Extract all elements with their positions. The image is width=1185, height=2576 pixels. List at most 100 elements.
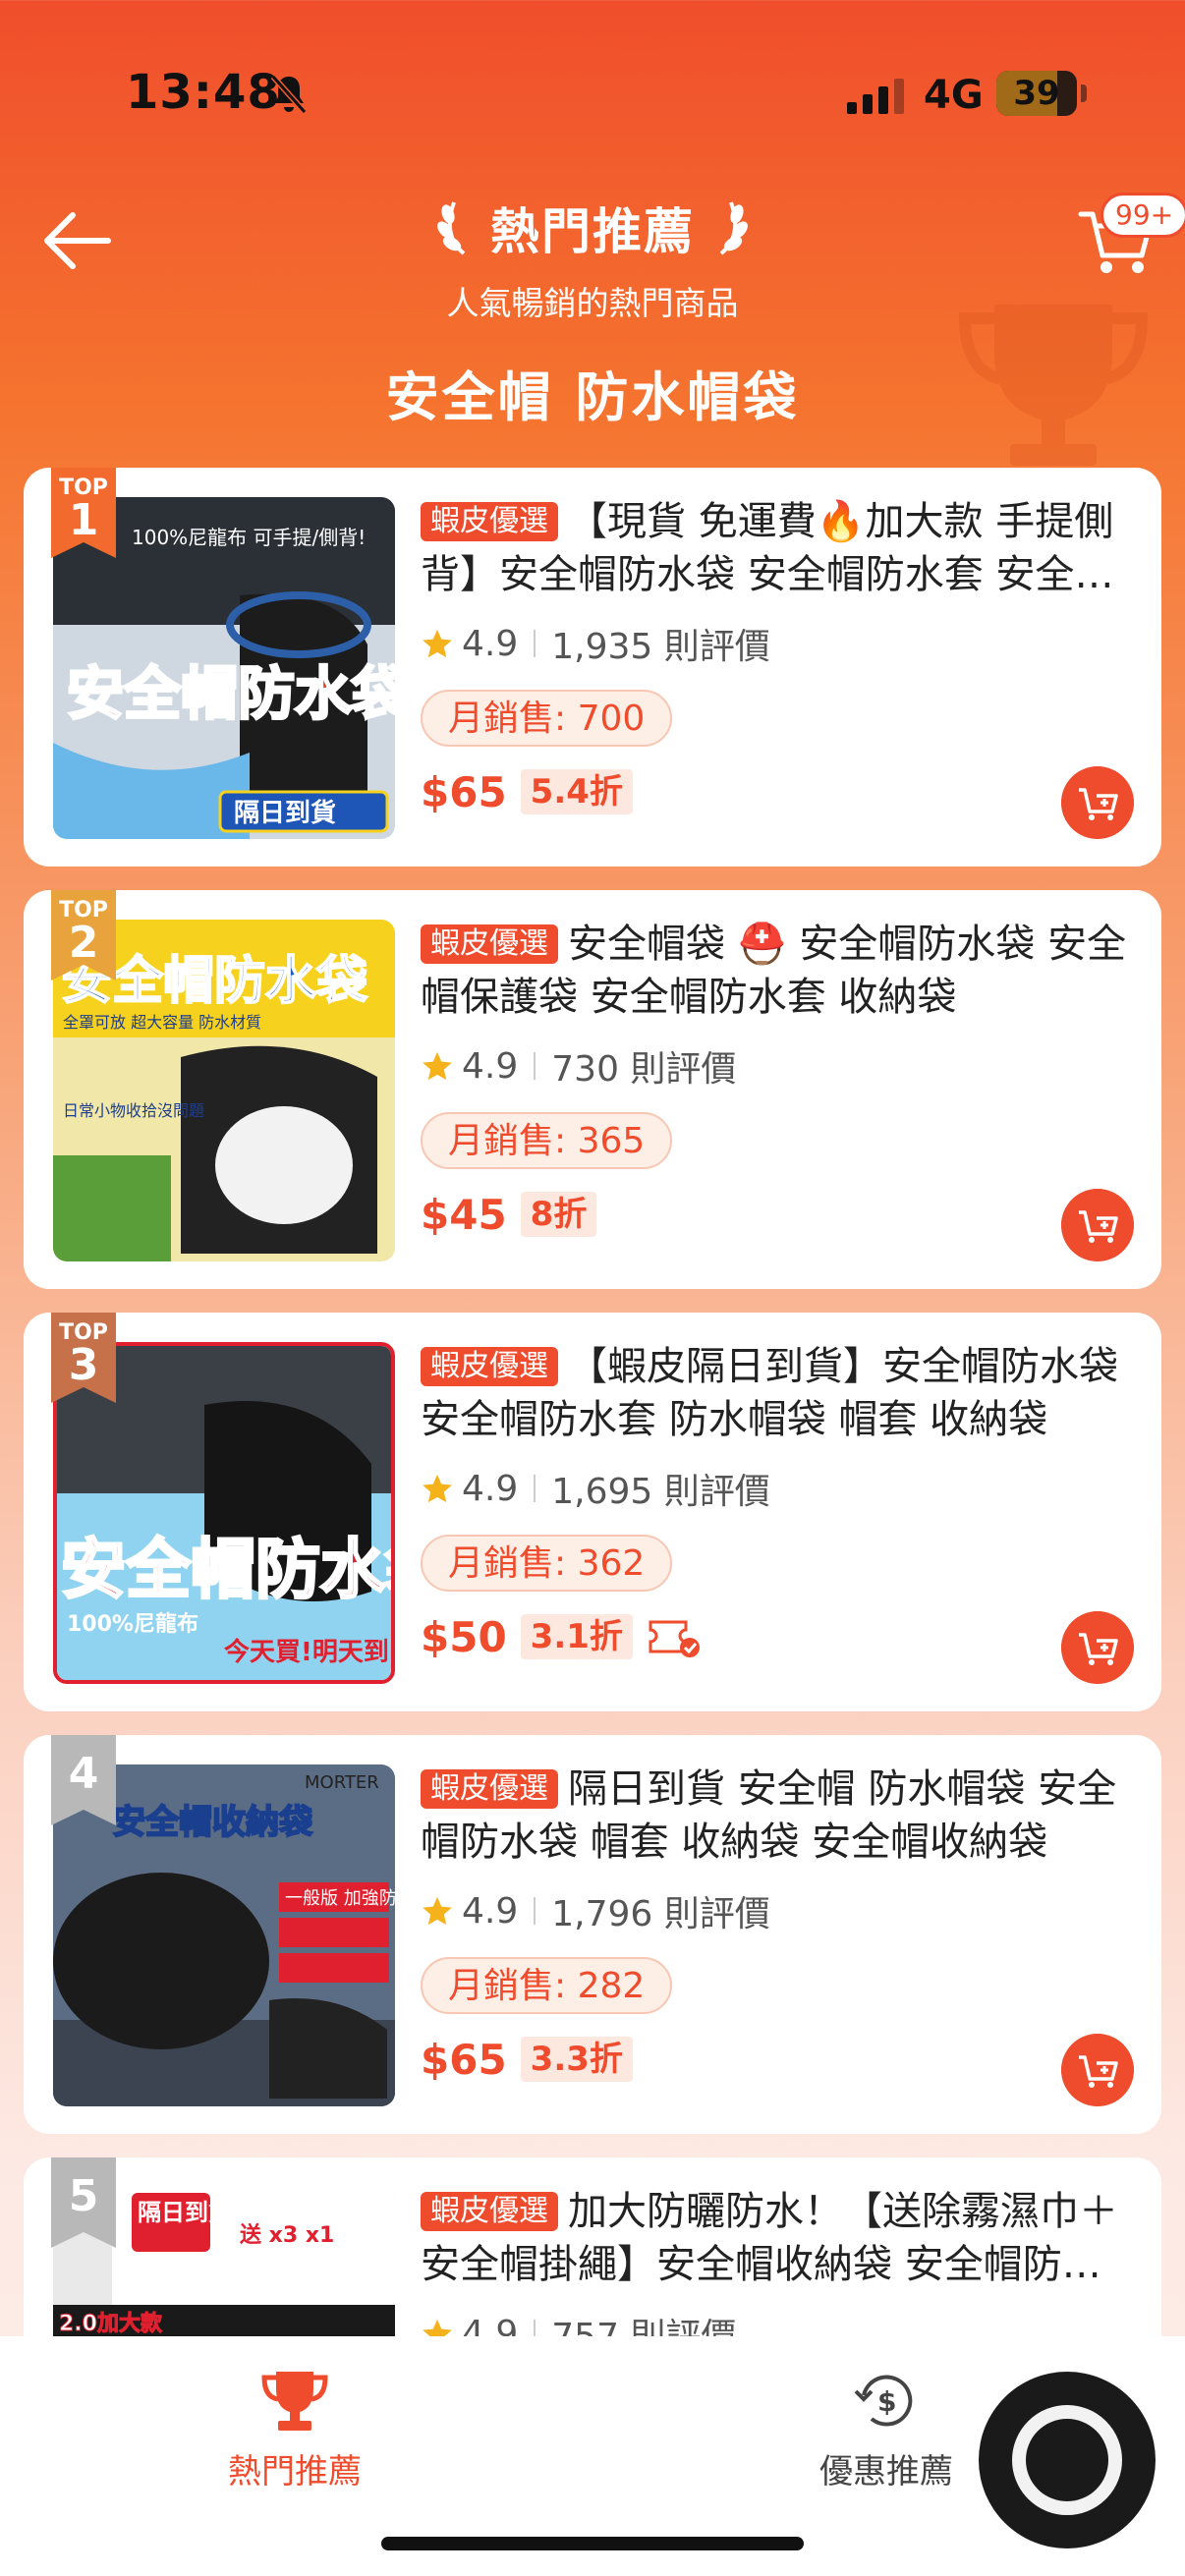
review-count: 1,695 則評價 [551,1472,770,1512]
rating-value: 4.9 [462,623,519,664]
product-title[interactable]: 蝦皮優選【現貨 免運費🔥加大款 手提側背】安全帽防水袋 安全帽防水套 安全帽收納… [421,495,1138,601]
status-time: 13:48 [126,65,281,120]
rank-number: 4 [68,1749,99,1799]
thumb-headline: 安全帽防水袋 [67,660,395,727]
divider [534,1052,536,1080]
monthly-sales: 月銷售: 282 [421,1957,673,2014]
status-bar: 13:48 4G 39 [0,0,1185,187]
signal-icon [847,79,904,114]
star-icon [423,1474,452,1503]
star-icon [423,629,452,658]
cart-count-badge[interactable]: 99+ [1100,193,1185,238]
product-card[interactable]: TOP 2 安全帽防水袋 全罩可放 超大容量 防水材質 日常小物收拾沒問題 蝦皮… [24,890,1161,1289]
thumb-caption: 100%尼龍布 [67,1611,198,1637]
add-to-cart-icon[interactable] [1061,2034,1134,2106]
network-label: 4G [924,73,984,118]
home-indicator[interactable] [381,2537,804,2550]
mall-badge: 蝦皮優選 [421,924,558,964]
rank-badge: 5 [51,2157,116,2248]
product-info: 蝦皮優選【現貨 免運費🔥加大款 手提側背】安全帽防水袋 安全帽防水套 安全帽收納… [421,495,1138,821]
rank-number: 3 [68,1340,99,1390]
price-row: $65 5.4折 [421,762,1138,821]
bell-muted-icon [270,75,308,114]
discount-badge: 8折 [520,1192,597,1237]
product-title[interactable]: 蝦皮優選 安全帽袋 ⛑️ 安全帽防水袋 安全帽保護袋 安全帽防水套 收納袋 [421,918,1138,1024]
tab-hot-recommendations[interactable]: 熱門推薦 [147,2366,442,2492]
review-count: 730 則評價 [551,1049,737,1090]
rank-number: 1 [68,495,99,545]
product-title[interactable]: 蝦皮優選 【蝦皮隔日到貨】安全帽防水袋 安全帽防水套 防水帽袋 帽套 收納袋 [421,1340,1138,1446]
rating-value: 4.9 [462,1468,519,1509]
price: $50 [421,1612,507,1661]
thumb-tag: 今天買!明天到! [224,1637,391,1667]
shipping-voucher-icon [649,1620,700,1657]
rank-badge: TOP 3 [51,1313,116,1403]
laurel-right-icon [719,201,748,255]
battery-icon: 39 [996,71,1077,116]
thumb-headline: 隔日到貨 [138,2199,232,2226]
product-card[interactable]: TOP 1 安全帽防水袋 100%尼龍布 可手提/側背! 隔日到貨 蝦皮優選 【現… [24,468,1161,867]
discount-badge: 5.4折 [520,769,633,814]
rank-badge: TOP 2 [51,890,116,980]
add-to-cart-icon[interactable] [1061,1189,1134,1261]
thumb-tag: 一般版 加強防水 束口設計 [285,1888,395,1909]
add-to-cart-icon[interactable] [1061,766,1134,839]
product-info: 蝦皮優選 安全帽袋 ⛑️ 安全帽防水袋 安全帽保護袋 安全帽防水套 收納袋 4.9… [421,918,1138,1244]
product-title[interactable]: 蝦皮優選加大防曬防水！【送除霧濕巾＋安全帽掛繩】安全帽收納袋 安全帽防水袋 [421,2185,1138,2291]
rank-badge: 4 [51,1735,116,1825]
thumb-tag: 日常小物收拾沒問題 [63,1101,204,1120]
battery-percent: 39 [1013,74,1060,113]
thumb-caption: MORTER [305,1772,379,1793]
tab-label: 熱門推薦 [228,2452,362,2492]
rank-number: 2 [68,918,99,968]
star-icon [423,1896,452,1926]
product-card[interactable]: TOP 3 安全帽防水袋 100%尼龍布 今天買!明天到! 蝦皮優選【蝦皮隔日到… [24,1313,1161,1711]
thumb-caption: 100%尼龍布 可手提/側背! [132,526,366,549]
dollar-refresh-icon: $ [854,2375,913,2427]
price-row: $50 3.1折 [421,1607,1138,1666]
thumb-caption: 送 x3 x1 [240,2222,334,2248]
price: $65 [421,2035,507,2084]
rank-number: 5 [68,2171,99,2221]
discount-badge: 3.3折 [520,2037,633,2082]
thumb-tag: 2.0加大款 [59,2311,163,2336]
product-card[interactable]: 4 安全帽收納袋 MORTER 一般版 加強防水 束口設計 蝦皮優選隔日到貨 安… [24,1735,1161,2134]
assistive-touch-button[interactable] [979,2372,1156,2548]
star-icon [423,1051,452,1081]
product-info: 蝦皮優選 【蝦皮隔日到貨】安全帽防水袋 安全帽防水套 防水帽袋 帽套 收納袋 4.… [421,1340,1138,1666]
price-row: $45 8折 [421,1185,1138,1244]
header: 熱門推薦 [0,193,1185,263]
review-count: 1,796 則評價 [551,1894,770,1934]
price: $45 [421,1190,507,1239]
discount-badge: 3.1折 [520,1614,633,1659]
product-info: 蝦皮優選加大防曬防水！【送除霧濕巾＋安全帽掛繩】安全帽收納袋 安全帽防水袋 4.… [421,2185,1138,2357]
rating-row: 4.9 1,935 則評價 [421,621,1138,667]
price: $65 [421,767,507,816]
monthly-sales: 月銷售: 362 [421,1535,673,1592]
battery-nub [1081,84,1087,102]
product-title[interactable]: 蝦皮優選 隔日到貨 安全帽 防水帽袋 安全帽防水袋 帽套 收納袋 安全帽收納袋 [421,1763,1138,1869]
review-count: 1,935 則評價 [551,627,770,667]
assistive-touch-ring [1012,2405,1122,2515]
thumb-tag: 隔日到貨 [234,798,336,828]
svg-text:$: $ [877,2385,896,2418]
product-info: 蝦皮優選 隔日到貨 安全帽 防水帽袋 安全帽防水袋 帽套 收納袋 安全帽收納袋 4… [421,1763,1138,2089]
divider [534,1475,536,1502]
thumb-headline: 安全帽防水袋 [61,1532,391,1607]
mall-badge: 蝦皮優選 [421,1347,558,1386]
mall-badge: 蝦皮優選 [421,502,558,541]
divider [534,630,536,657]
monthly-sales: 月銷售: 365 [421,1112,673,1169]
add-to-cart-icon[interactable] [1061,1611,1134,1684]
page-title: 熱門推薦 [490,203,695,260]
mall-badge: 蝦皮優選 [421,2192,558,2231]
thumb-caption: 全罩可放 超大容量 防水材質 [63,1013,261,1032]
price-row: $65 3.3折 [421,2030,1138,2089]
rating-row: 4.9 730 則評價 [421,1043,1138,1090]
rank-badge: TOP 1 [51,468,116,558]
category-title: 安全帽 防水帽袋 [385,366,800,428]
thumb-headline: 安全帽收納袋 [112,1803,312,1842]
trophy-icon [261,2372,328,2431]
mall-badge: 蝦皮優選 [421,1769,558,1809]
divider [534,1897,536,1925]
